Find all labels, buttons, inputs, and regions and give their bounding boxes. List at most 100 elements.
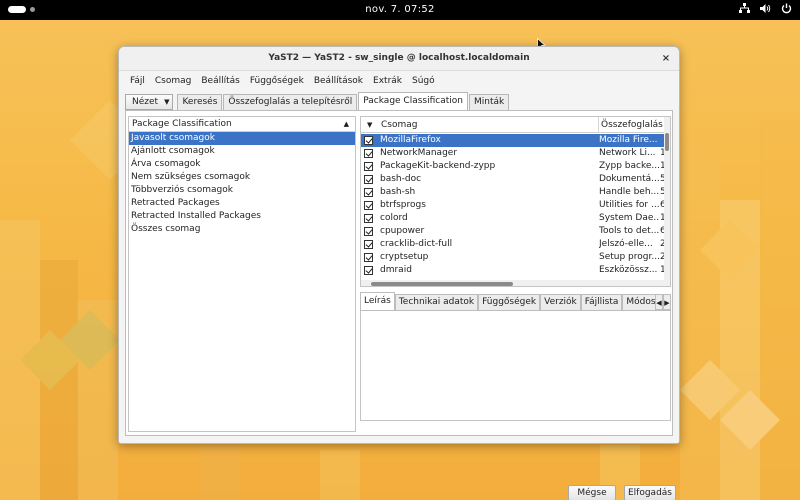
table-row[interactable]: cryptsetup Setup progr... 2 [361,251,666,264]
menu-help[interactable]: Súgó [407,73,440,89]
package-name: bash-sh [380,187,416,197]
table-row[interactable]: btrfsprogs Utilities for ... 6 [361,199,666,212]
install-checkbox[interactable] [364,227,373,236]
scrollbar-thumb[interactable] [371,282,513,286]
tab-technical-data[interactable]: Technikai adatok [394,294,479,310]
install-checkbox[interactable] [364,201,373,210]
package-name: bash-doc [380,174,422,184]
table-row[interactable]: bash-sh Handle beh... 5 [361,186,666,199]
package-summary: Tools to det... [599,226,659,236]
list-item[interactable]: Árva csomagok [129,158,355,171]
install-checkbox[interactable] [364,149,373,158]
table-row[interactable]: dmraid Eszközössz... 1 [361,264,666,277]
volume-icon[interactable] [759,3,771,16]
view-dropdown-label: Nézet [132,97,159,107]
install-checkbox[interactable] [364,266,373,275]
view-dropdown[interactable]: Nézet ▼ [125,94,174,110]
tab-dependencies[interactable]: Függőségek [478,294,541,310]
sort-up-icon: ▲ [343,120,349,128]
tab-scroll-arrows: ◀ ▶ [655,294,671,310]
triangle-down-icon: ▼ [164,98,170,106]
classification-header[interactable]: Package Classification ▲ [129,117,355,132]
package-table-header: ▼ Csomag Összefoglalás [361,117,670,133]
package-summary: Utilities for ... [599,200,659,210]
horizontal-scrollbar[interactable] [361,280,666,286]
window-titlebar[interactable]: YaST2 — YaST2 - sw_single @ localhost.lo… [119,47,679,71]
classification-header-label: Package Classification [132,119,232,129]
list-item[interactable]: Javasolt csomagok [129,132,355,145]
tab-package-classification[interactable]: Package Classification [358,92,468,110]
package-name: MozillaFirefox [380,135,441,145]
package-summary: Mozilla Fire... [599,135,658,145]
tab-description[interactable]: Leírás [360,292,395,310]
yast-window: YaST2 — YaST2 - sw_single @ localhost.lo… [118,46,680,500]
scrollbar-thumb[interactable] [665,133,669,151]
column-header-package[interactable]: Csomag [381,117,417,133]
install-checkbox[interactable] [364,253,373,262]
package-panel: ▼ Csomag Összefoglalás MozillaFirefox Moz… [360,116,671,432]
menubar: Fájl Csomag Beállítás Függőségek Beállít… [125,73,440,89]
tab-versions[interactable]: Verziók [540,294,581,310]
menu-package[interactable]: Csomag [150,73,196,89]
tab-patterns[interactable]: Minták [468,94,510,110]
package-name: NetworkManager [380,148,458,158]
arrow-left-icon[interactable]: ◀ [655,294,663,310]
package-summary: System Dae... [599,213,659,223]
description-pane [360,311,671,421]
menu-options[interactable]: Beállítások [309,73,368,89]
close-icon[interactable]: × [659,52,673,66]
tab-installation-summary[interactable]: Összefoglalás a telepítésről [223,94,358,110]
menu-extras[interactable]: Extrák [368,73,407,89]
power-icon[interactable] [780,3,792,16]
package-name: cpupower [380,226,425,236]
table-row[interactable]: MozillaFirefox Mozilla Fire... [361,134,666,147]
window-title: YaST2 — YaST2 - sw_single @ localhost.lo… [268,53,530,63]
classification-list: Package Classification ▲ Javasolt csomag… [128,116,356,432]
menu-configuration[interactable]: Beállítás [196,73,244,89]
system-tray[interactable] [738,3,792,16]
network-icon[interactable] [738,3,750,16]
list-item[interactable]: Retracted Installed Packages [129,210,355,223]
menu-dependencies[interactable]: Függőségek [245,73,309,89]
install-checkbox[interactable] [364,214,373,223]
top-panel: nov. 7. 07:52 [0,0,800,20]
table-row[interactable]: cracklib-dict-full Jelszó-elle... 2 [361,238,666,251]
table-row[interactable]: bash-doc Dokumentá... 5 [361,173,666,186]
install-checkbox[interactable] [364,136,373,145]
accept-button[interactable]: Elfogadás [624,485,676,500]
package-summary: Eszközössz... [599,265,658,275]
tab-content: Package Classification ▲ Javasolt csomag… [125,110,676,500]
sort-down-icon[interactable]: ▼ [367,117,372,133]
package-name: colord [380,213,408,223]
install-checkbox[interactable] [364,240,373,249]
package-name: PackageKit-backend-zypp [380,161,496,171]
cancel-button[interactable]: Mégse [568,485,616,500]
arrow-right-icon[interactable]: ▶ [663,294,671,310]
table-row[interactable]: NetworkManager Network Li... 1 [361,147,666,160]
list-item[interactable]: Többverziós csomagok [129,184,355,197]
package-name: btrfsprogs [380,200,426,210]
table-row[interactable]: cpupower Tools to det... 6 [361,225,666,238]
list-item[interactable]: Retracted Packages [129,197,355,210]
vertical-scrollbar[interactable] [664,117,670,286]
list-item[interactable]: Nem szükséges csomagok [129,171,355,184]
install-checkbox[interactable] [364,188,373,197]
package-rows: MozillaFirefox Mozilla Fire... NetworkMana… [361,134,666,277]
table-row[interactable]: colord System Dae... 1 [361,212,666,225]
package-summary: Zypp backe... [599,161,659,171]
tab-search[interactable]: Keresés [177,94,223,110]
tab-file-list[interactable]: Fájllista [580,294,623,310]
view-tabs: Nézet ▼ Keresés Összefoglalás a telepíté… [125,92,510,110]
install-checkbox[interactable] [364,162,373,171]
list-item[interactable]: Összes csomag [129,223,355,236]
package-table: ▼ Csomag Összefoglalás MozillaFirefox Moz… [360,116,671,287]
package-summary: Setup progr... [599,252,659,262]
column-header-summary[interactable]: Összefoglalás [598,117,663,133]
table-row[interactable]: PackageKit-backend-zypp Zypp backe... 1 [361,160,666,173]
details-tabs: Leírás Technikai adatok Függőségek Verzi… [360,292,671,311]
menu-file[interactable]: Fájl [125,73,150,89]
install-checkbox[interactable] [364,175,373,184]
package-name: cryptsetup [380,252,429,262]
clock[interactable]: nov. 7. 07:52 [0,4,800,15]
list-item[interactable]: Ajánlott csomagok [129,145,355,158]
